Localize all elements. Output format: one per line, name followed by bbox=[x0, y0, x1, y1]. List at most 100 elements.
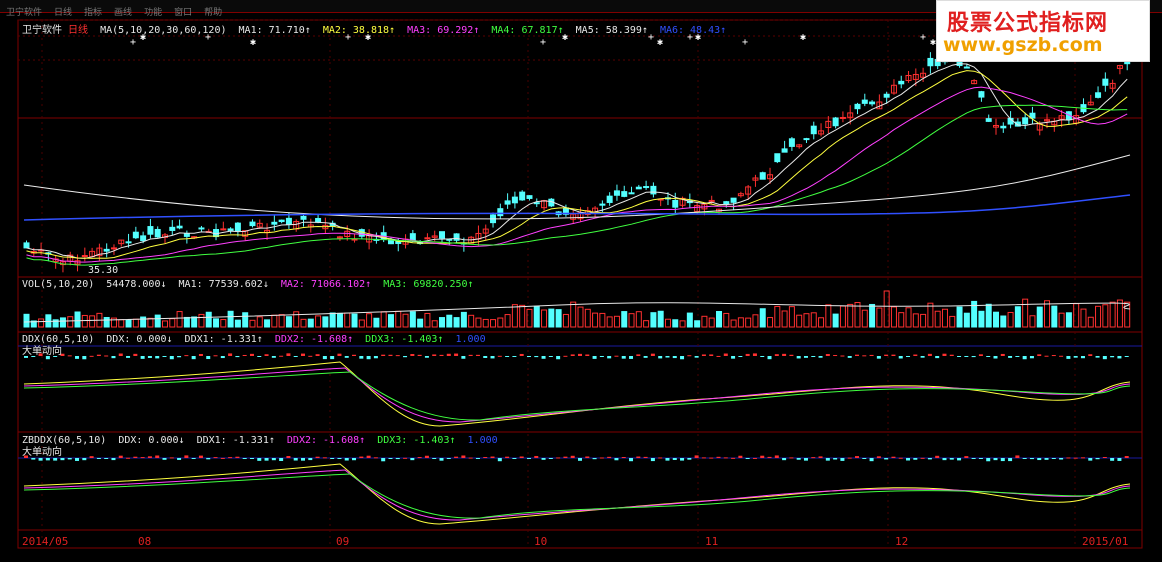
candle-body bbox=[132, 231, 139, 239]
ddx-bar bbox=[432, 354, 437, 356]
ddx-bar bbox=[133, 353, 138, 356]
ddx-bar bbox=[920, 457, 925, 459]
ddx-bar bbox=[322, 356, 327, 360]
volume-bar bbox=[941, 308, 948, 328]
volume-bar bbox=[125, 319, 132, 328]
volume-bar bbox=[905, 307, 912, 328]
ddx-bar bbox=[650, 458, 655, 462]
ddx-bar bbox=[1110, 458, 1115, 461]
volume-bar bbox=[74, 311, 81, 328]
volume-bar bbox=[490, 319, 497, 328]
ddx-bar bbox=[264, 354, 269, 356]
ddx-bar bbox=[249, 353, 254, 356]
ddx-bar bbox=[869, 354, 874, 356]
ddx-bar bbox=[541, 458, 546, 460]
ma5-line bbox=[26, 63, 1128, 259]
ddx-bar bbox=[578, 458, 582, 461]
candle-body bbox=[759, 172, 766, 180]
ddx-panel-header: DDX(60,5,10) DDX: 0.000↓ DDX1: -1.331↑ D… bbox=[22, 334, 492, 346]
volume-bar bbox=[1080, 308, 1087, 328]
ddx-bar bbox=[665, 458, 670, 461]
ddx-bar bbox=[432, 458, 437, 459]
vol-ma3-value: MA3: 69820.250↑ bbox=[383, 279, 474, 290]
ddx-bar bbox=[964, 356, 969, 357]
ddx-bar bbox=[541, 356, 546, 359]
signal-marker: + bbox=[920, 32, 926, 43]
ddx-bar bbox=[286, 456, 291, 458]
ddx-indicator-name: DDX(60,5,10) bbox=[22, 334, 95, 345]
ddx-bar bbox=[1073, 457, 1078, 459]
ma20-line bbox=[26, 86, 1128, 263]
volume-bar bbox=[460, 311, 467, 328]
volume-bar bbox=[285, 316, 292, 328]
ddx-bar bbox=[104, 355, 109, 357]
ddx3-value: DDX3: -1.403↑ bbox=[365, 334, 444, 345]
volume-bar bbox=[198, 313, 205, 328]
volume-bar bbox=[526, 308, 533, 328]
ddx-bar bbox=[366, 356, 371, 360]
zbddx-value: DDX: 0.000↓ bbox=[118, 435, 185, 446]
volume-bar bbox=[737, 317, 744, 328]
ddx-panel-title: 大单动向 bbox=[22, 346, 62, 357]
volume-bar bbox=[103, 316, 110, 328]
ddx-bar bbox=[315, 354, 320, 356]
ddx-bar bbox=[1022, 458, 1027, 459]
ma10-line bbox=[26, 70, 1128, 259]
period-label[interactable]: 日线 bbox=[68, 25, 88, 36]
ddx-bar bbox=[344, 356, 349, 358]
volume-bar bbox=[912, 313, 919, 328]
ddx-bar bbox=[643, 356, 648, 358]
candle-body bbox=[985, 118, 992, 122]
ddx-bar bbox=[133, 456, 138, 458]
volume-bar bbox=[672, 319, 679, 328]
ddx-bar bbox=[446, 458, 451, 459]
ddx-bar bbox=[869, 458, 874, 462]
candle-body bbox=[446, 238, 453, 241]
watermark-url: www.gszb.com bbox=[943, 34, 1103, 56]
volume-bar bbox=[140, 316, 147, 328]
ddx-bar bbox=[1124, 456, 1129, 458]
ddx-bar bbox=[1044, 355, 1049, 357]
candle-body bbox=[533, 202, 540, 205]
ddx-bar bbox=[206, 458, 211, 460]
ddx-bar bbox=[636, 354, 641, 356]
volume-bar bbox=[395, 310, 402, 328]
ma1-value: MA1: 71.710↑ bbox=[238, 25, 311, 36]
stock-name: 卫宁软件 bbox=[22, 25, 62, 36]
volume-bar bbox=[264, 319, 271, 328]
ddx-bar bbox=[745, 458, 750, 459]
candle-body bbox=[23, 242, 30, 249]
ma120-line bbox=[23, 194, 1131, 221]
ma4-value: MA4: 67.817↑ bbox=[491, 25, 564, 36]
volume-bar bbox=[424, 312, 431, 328]
candle-body bbox=[227, 228, 234, 231]
main-panel-header: 卫宁软件 日线 MA(5,10,20,30,60,120) MA1: 71.71… bbox=[22, 25, 732, 37]
ddx-bar bbox=[475, 458, 480, 459]
candle-body bbox=[453, 233, 460, 241]
volume-bar bbox=[227, 310, 234, 328]
volume-bar bbox=[176, 311, 183, 328]
ddx-bar bbox=[1051, 458, 1056, 459]
ddx-bar bbox=[147, 356, 152, 358]
ddx-bar bbox=[782, 458, 787, 461]
volume-bar bbox=[67, 316, 74, 328]
volume-bar bbox=[322, 316, 329, 328]
ddx-bar bbox=[82, 458, 87, 461]
ddx-bar bbox=[1088, 354, 1093, 356]
ddx2-line bbox=[23, 367, 1131, 423]
volume-bar bbox=[643, 320, 650, 328]
ddx-bar bbox=[694, 356, 699, 358]
volume-bar bbox=[475, 317, 482, 328]
ddx-bar bbox=[855, 354, 859, 356]
ddx-bar bbox=[198, 455, 203, 458]
ddx-bar bbox=[548, 356, 553, 357]
ddx-bar bbox=[752, 353, 757, 356]
ddx-bar bbox=[1008, 356, 1013, 358]
candle-body bbox=[198, 227, 205, 230]
volume-bar bbox=[1014, 306, 1021, 328]
ddx-bar bbox=[818, 356, 823, 358]
ddx-bar bbox=[410, 354, 415, 356]
candle-body bbox=[140, 235, 147, 242]
volume-bar bbox=[555, 309, 562, 328]
volume-bar bbox=[307, 318, 314, 328]
